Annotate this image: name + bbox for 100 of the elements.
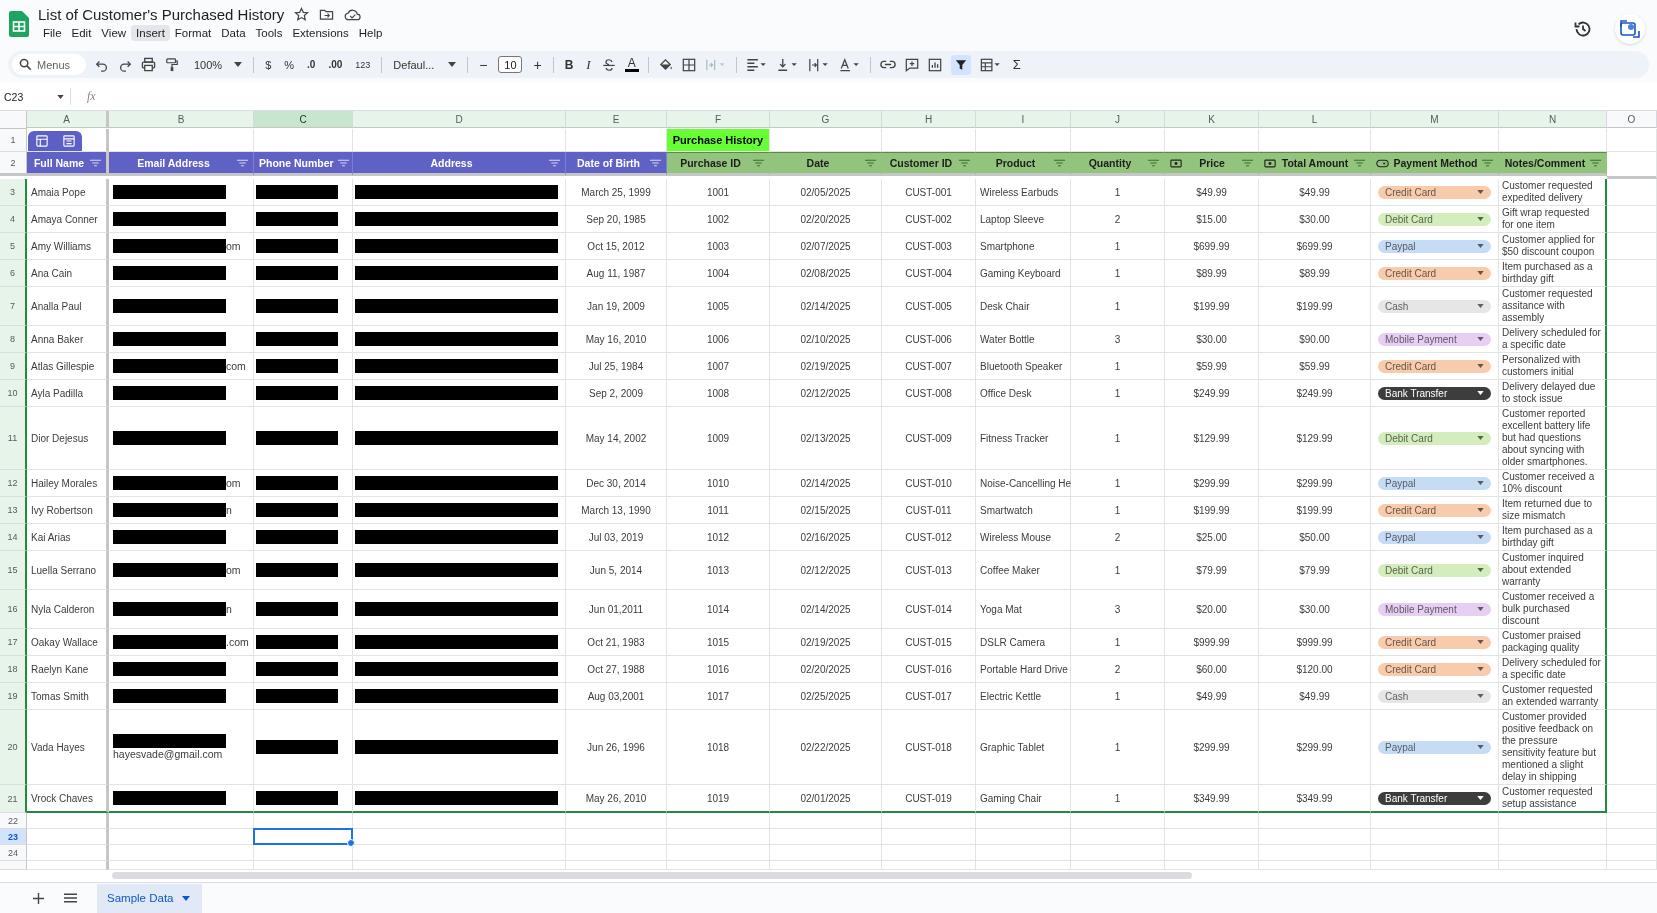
empty-cell[interactable] xyxy=(770,861,882,870)
row-header[interactable]: 19 xyxy=(0,683,27,710)
column-header[interactable]: E xyxy=(566,111,667,128)
empty-cell[interactable] xyxy=(1071,813,1165,829)
menu-item[interactable]: Edit xyxy=(66,25,97,41)
empty-cell[interactable] xyxy=(1607,829,1657,845)
empty-cell[interactable] xyxy=(1071,829,1165,845)
payment-chip[interactable]: Debit Card xyxy=(1378,431,1491,445)
empty-cell[interactable] xyxy=(1499,861,1607,870)
payment-chip[interactable]: Credit Card xyxy=(1378,266,1491,280)
empty-cell[interactable] xyxy=(882,829,976,845)
all-sheets-menu-icon[interactable] xyxy=(64,893,77,903)
empty-cell[interactable] xyxy=(976,845,1071,861)
increase-font-size-button[interactable]: + xyxy=(531,56,544,73)
row-header[interactable]: 22 xyxy=(0,813,27,829)
empty-cell[interactable] xyxy=(667,813,770,829)
empty-cell[interactable] xyxy=(254,845,353,861)
column-header[interactable]: B xyxy=(109,111,254,128)
strikethrough-icon[interactable] xyxy=(601,57,616,72)
empty-cell[interactable] xyxy=(770,829,882,845)
payment-chip[interactable]: Paypal xyxy=(1378,530,1491,544)
empty-cell[interactable] xyxy=(566,861,667,870)
row-header[interactable]: 5 xyxy=(0,233,27,260)
empty-cell[interactable] xyxy=(1371,813,1499,829)
sheet-tab[interactable]: Sample Data xyxy=(97,883,203,913)
column-header[interactable]: K xyxy=(1165,111,1259,128)
filter-icon[interactable] xyxy=(865,159,876,167)
empty-cell[interactable] xyxy=(1607,233,1657,260)
payment-chip[interactable]: Mobile Payment xyxy=(1378,602,1491,616)
empty-cell[interactable] xyxy=(1607,629,1657,656)
empty-cell[interactable] xyxy=(976,829,1071,845)
empty-cell[interactable] xyxy=(1607,590,1657,629)
horizontal-scrollbar[interactable] xyxy=(112,872,1192,879)
payment-chip[interactable]: Credit Card xyxy=(1378,359,1491,373)
empty-cell[interactable] xyxy=(1607,260,1657,287)
row-header[interactable]: 20 xyxy=(0,710,27,785)
payment-chip[interactable]: Credit Card xyxy=(1378,503,1491,517)
filter-icon[interactable] xyxy=(753,159,764,167)
empty-cell[interactable] xyxy=(976,813,1071,829)
folder-icon[interactable] xyxy=(319,7,335,22)
payment-chip[interactable]: Debit Card xyxy=(1378,563,1491,577)
empty-cell[interactable] xyxy=(1607,861,1657,870)
empty-cell[interactable] xyxy=(882,861,976,870)
row-header[interactable]: 9 xyxy=(0,353,27,380)
empty-cell[interactable] xyxy=(1165,861,1259,870)
print-icon[interactable] xyxy=(141,57,156,72)
menu-item[interactable]: View xyxy=(96,25,132,41)
empty-cell[interactable] xyxy=(1259,845,1371,861)
bold-button[interactable]: B xyxy=(562,57,576,72)
row-header[interactable]: 10 xyxy=(0,380,27,407)
row-header[interactable]: 11 xyxy=(0,407,27,470)
empty-cell[interactable] xyxy=(770,813,882,829)
empty-cell[interactable] xyxy=(1607,785,1657,813)
filter-icon[interactable] xyxy=(1054,159,1065,167)
row-header[interactable]: 15 xyxy=(0,551,27,590)
add-sheet-icon[interactable] xyxy=(33,892,44,904)
empty-cell[interactable] xyxy=(1607,656,1657,683)
empty-cell[interactable] xyxy=(353,861,566,870)
text-rotation-icon[interactable] xyxy=(838,57,861,72)
filter-icon[interactable] xyxy=(1590,159,1601,167)
link-icon[interactable] xyxy=(879,60,896,69)
row-header[interactable]: 8 xyxy=(0,326,27,353)
menu-item[interactable]: Tools xyxy=(250,25,288,41)
empty-cell[interactable] xyxy=(882,845,976,861)
empty-cell[interactable] xyxy=(976,861,1071,870)
percent-format-button[interactable]: % xyxy=(282,58,297,71)
row-header[interactable]: 21 xyxy=(0,785,27,813)
payment-chip[interactable]: Cash xyxy=(1378,299,1491,313)
empty-cell[interactable] xyxy=(566,813,667,829)
column-header[interactable]: O xyxy=(1607,111,1657,128)
empty-cell[interactable] xyxy=(1607,179,1657,206)
currency-format-button[interactable]: $ xyxy=(263,58,274,71)
payment-chip[interactable]: Cash xyxy=(1378,689,1491,703)
empty-cell[interactable] xyxy=(353,845,566,861)
empty-cell[interactable] xyxy=(1499,845,1607,861)
empty-cell[interactable] xyxy=(1607,470,1657,497)
empty-cell[interactable] xyxy=(1371,829,1499,845)
empty-cell[interactable] xyxy=(1607,813,1657,829)
table-view-icon[interactable] xyxy=(979,57,1002,72)
menu-item[interactable]: Extensions xyxy=(287,25,354,41)
empty-cell[interactable] xyxy=(109,845,254,861)
row-header[interactable]: 12 xyxy=(0,470,27,497)
payment-chip[interactable]: Debit Card xyxy=(1378,212,1491,226)
fill-color-icon[interactable] xyxy=(657,57,673,72)
number-format-button[interactable]: 123 xyxy=(353,59,373,70)
empty-cell[interactable] xyxy=(1259,813,1371,829)
selected-cell[interactable] xyxy=(254,829,353,845)
payment-chip[interactable]: Bank Transfer xyxy=(1378,791,1491,805)
decrease-decimal-button[interactable]: .0 xyxy=(305,59,318,70)
menu-item[interactable]: Data xyxy=(216,25,251,41)
empty-cell[interactable] xyxy=(1499,813,1607,829)
filter-icon[interactable] xyxy=(959,159,970,167)
payment-chip[interactable]: Credit Card xyxy=(1378,635,1491,649)
row-header[interactable]: 13 xyxy=(0,497,27,524)
menu-item[interactable]: Format xyxy=(169,25,217,41)
empty-cell[interactable] xyxy=(1165,813,1259,829)
align-left-icon[interactable] xyxy=(745,57,768,72)
filter-icon[interactable] xyxy=(1242,159,1253,167)
empty-cell[interactable] xyxy=(1607,353,1657,380)
column-header[interactable]: M xyxy=(1371,111,1499,128)
